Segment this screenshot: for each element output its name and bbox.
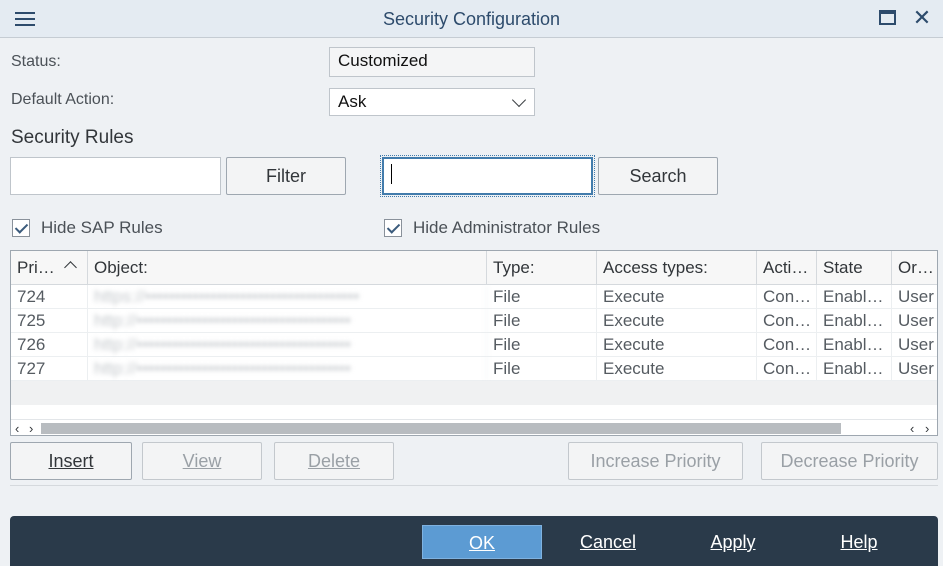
view-button[interactable]: View: [142, 442, 262, 480]
sort-ascending-icon: [64, 261, 77, 274]
cell-type: File: [487, 357, 597, 381]
default-action-value: Ask: [338, 92, 367, 111]
title-bar: Security Configuration ✕: [0, 0, 943, 38]
filter-input[interactable]: [10, 157, 221, 195]
scrollbar-thumb[interactable]: [41, 423, 841, 434]
dialog-footer: OK Cancel Apply Help: [10, 516, 938, 566]
default-action-select[interactable]: Ask: [329, 88, 535, 116]
table-row[interactable]: 726 http://•••••••••••••••••••••••••••••…: [11, 333, 937, 357]
hide-admin-rules-label: Hide Administrator Rules: [413, 218, 601, 237]
hide-sap-rules-checkbox[interactable]: [12, 219, 30, 237]
cell-object: http://•••••••••••••••••••••••••••••••••…: [88, 333, 487, 357]
column-object[interactable]: Object:: [88, 251, 487, 285]
cell-object: https://••••••••••••••••••••••••••••••••…: [88, 285, 487, 309]
cell-state: Enabl…: [817, 309, 892, 333]
cell-priority: 727: [11, 357, 88, 381]
cell-state: Enabl…: [817, 285, 892, 309]
section-title: Security Rules: [11, 127, 134, 148]
scroll-right-icon[interactable]: ›: [925, 420, 929, 435]
cancel-button[interactable]: Cancel: [548, 525, 668, 559]
apply-button[interactable]: Apply: [673, 525, 793, 559]
cell-action: Con…: [757, 309, 817, 333]
scroll-right-icon[interactable]: ›: [29, 420, 33, 435]
column-origin[interactable]: Or…: [892, 251, 937, 285]
cell-object: http://•••••••••••••••••••••••••••••••••…: [88, 357, 487, 381]
chevron-down-icon: [511, 92, 527, 108]
increase-priority-button[interactable]: Increase Priority: [568, 442, 743, 480]
column-access-types[interactable]: Access types:: [597, 251, 757, 285]
divider: [10, 485, 938, 486]
column-priority[interactable]: Pri…: [11, 251, 88, 285]
column-state[interactable]: State: [817, 251, 892, 285]
cell-priority: 724: [11, 285, 88, 309]
cell-priority: 725: [11, 309, 88, 333]
window-title: Security Configuration: [382, 9, 561, 29]
filter-button[interactable]: Filter: [226, 157, 346, 195]
cell-action: Con…: [757, 285, 817, 309]
horizontal-scrollbar[interactable]: ‹ › ‹ ›: [11, 419, 937, 435]
table-header: Pri… Object: Type: Access types: Acti… S…: [11, 251, 937, 285]
default-action-label: Default Action:: [11, 91, 115, 108]
table-row[interactable]: 725 http://•••••••••••••••••••••••••••••…: [11, 309, 937, 333]
table-row[interactable]: 727 http://•••••••••••••••••••••••••••••…: [11, 357, 937, 381]
cell-state: Enabl…: [817, 357, 892, 381]
table-row[interactable]: 724 https://••••••••••••••••••••••••••••…: [11, 285, 937, 309]
cell-origin: User: [898, 359, 934, 378]
scroll-left-icon[interactable]: ‹: [910, 420, 914, 435]
cell-type: File: [487, 333, 597, 357]
cell-origin: User: [898, 335, 934, 354]
cell-access: Execute: [597, 285, 757, 309]
cell-origin: User: [898, 287, 934, 306]
column-action[interactable]: Acti…: [757, 251, 817, 285]
cell-object: http://•••••••••••••••••••••••••••••••••…: [88, 309, 487, 333]
cell-state: Enabl…: [817, 333, 892, 357]
cell-action: Con…: [757, 357, 817, 381]
cell-type: File: [487, 285, 597, 309]
empty-row: [11, 381, 937, 405]
status-field: Customized: [329, 47, 535, 77]
cell-access: Execute: [597, 333, 757, 357]
search-input[interactable]: [380, 155, 595, 197]
maximize-icon[interactable]: [877, 8, 899, 28]
cell-access: Execute: [597, 309, 757, 333]
delete-button[interactable]: Delete: [274, 442, 394, 480]
rules-table: Pri… Object: Type: Access types: Acti… S…: [10, 250, 938, 436]
cell-access: Execute: [597, 357, 757, 381]
hide-sap-rules-label: Hide SAP Rules: [41, 218, 163, 237]
decrease-priority-button[interactable]: Decrease Priority: [761, 442, 938, 480]
scroll-left-icon[interactable]: ‹: [15, 420, 19, 435]
close-icon[interactable]: ✕: [910, 6, 934, 30]
hide-admin-rules-checkbox[interactable]: [384, 219, 402, 237]
cell-type: File: [487, 309, 597, 333]
column-type[interactable]: Type:: [487, 251, 597, 285]
insert-button[interactable]: Insert: [10, 442, 132, 480]
cell-origin: User: [898, 311, 934, 330]
search-button[interactable]: Search: [598, 157, 718, 195]
cell-action: Con…: [757, 333, 817, 357]
help-button[interactable]: Help: [799, 525, 919, 559]
cell-priority: 726: [11, 333, 88, 357]
status-label: Status:: [11, 53, 61, 70]
ok-button[interactable]: OK: [422, 525, 542, 559]
